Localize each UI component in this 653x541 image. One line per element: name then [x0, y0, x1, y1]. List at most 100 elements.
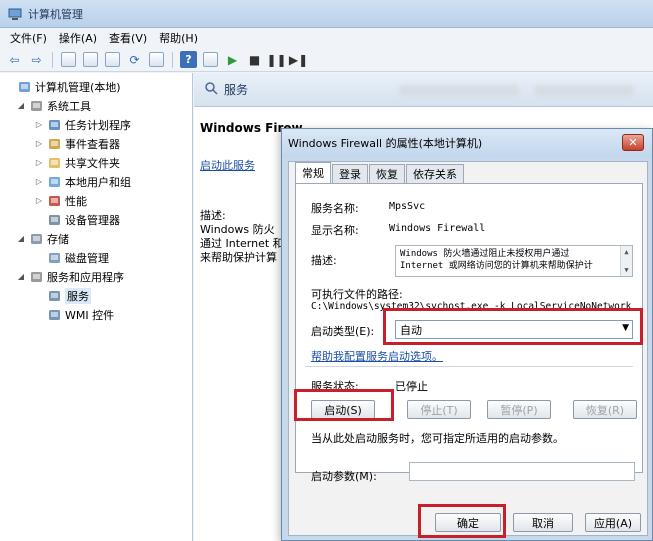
display-name-value: Windows Firewall	[389, 223, 486, 234]
menu-action[interactable]: 操作(A)	[53, 30, 103, 46]
computer-icon	[17, 80, 31, 93]
tab-strip: 常规 登录 恢复 依存关系	[295, 162, 465, 183]
show-action-pane-icon[interactable]	[202, 51, 219, 68]
menu-file[interactable]: 文件(F)	[4, 30, 53, 46]
description-label: 描述:	[311, 254, 337, 267]
expander-icon[interactable]: ▷	[34, 120, 44, 129]
tree-item-label: WMI 控件	[65, 308, 115, 322]
expander-icon[interactable]: ▷	[34, 177, 44, 186]
dialog-title: Windows Firewall 的属性(本地计算机)	[288, 137, 483, 150]
divider	[305, 366, 633, 367]
window-titlebar: 计算机管理	[0, 0, 653, 28]
tree-item-label: 性能	[65, 194, 87, 208]
pause-button[interactable]: 暂停(P)	[487, 400, 551, 419]
scroll-up-icon[interactable]: ▲	[624, 246, 628, 258]
toolbar-separator	[52, 51, 53, 68]
services-apps-icon	[29, 270, 43, 283]
show-tree-icon[interactable]	[82, 51, 99, 68]
tree-item[interactable]: WMI 控件	[0, 305, 192, 324]
tree-item[interactable]: ▷ 性能	[0, 191, 192, 210]
service-detail: Windows Firew 启动此服务 描述: Windows 防火 通过 In…	[200, 121, 303, 265]
tree-item[interactable]: ▷ 事件查看器	[0, 134, 192, 153]
users-icon	[47, 175, 61, 188]
expander-icon[interactable]: ◢	[16, 101, 26, 110]
start-button-highlight	[294, 389, 394, 421]
toolbar-separator	[172, 51, 173, 68]
service-name-value: MpsSvc	[389, 201, 426, 212]
close-icon[interactable]: ✕	[622, 134, 644, 151]
refresh-icon[interactable]: ⟳	[126, 51, 143, 68]
menu-view[interactable]: 查看(V)	[103, 30, 153, 46]
event-viewer-icon	[47, 137, 61, 150]
tab-dependencies[interactable]: 依存关系	[406, 164, 464, 183]
window-title: 计算机管理	[28, 7, 83, 21]
search-icon	[204, 81, 218, 98]
tree-item[interactable]: 设备管理器	[0, 210, 192, 229]
tools-icon	[29, 99, 43, 112]
clock-icon	[47, 118, 61, 131]
up-folder-icon[interactable]	[60, 51, 77, 68]
start-params-hint: 当从此处启动服务时，您可指定所适用的启动参数。	[311, 432, 564, 445]
tree-item[interactable]: 服务	[0, 286, 192, 305]
tree-item[interactable]: ◢ 存储	[0, 229, 192, 248]
toolbar: ⇦ ⇨ ⟳ ? ▶ ■ ❚❚ ▶❚	[0, 48, 653, 72]
description-line: Internet 或网络访问您的计算机来帮助保护计	[400, 261, 593, 271]
tree-item[interactable]: ◢ 服务和应用程序	[0, 267, 192, 286]
description-box[interactable]: Windows 防火墙通过阻止未授权用户通过 Internet 或网络访问您的计…	[395, 245, 633, 277]
start-params-label: 启动参数(M):	[311, 470, 377, 483]
tree-item[interactable]: ▷ 本地用户和组	[0, 172, 192, 191]
shared-folder-icon	[47, 156, 61, 169]
device-manager-icon	[47, 213, 61, 226]
expander-icon[interactable]: ▷	[34, 196, 44, 205]
expander-icon[interactable]: ▷	[34, 139, 44, 148]
properties-icon[interactable]	[104, 51, 121, 68]
expander-icon[interactable]: ◢	[16, 234, 26, 243]
service-desc-label: 描述:	[200, 209, 226, 222]
tree-item-label: 计算机管理(本地)	[35, 80, 121, 94]
tree-item-label: 事件查看器	[65, 137, 120, 151]
tree-item[interactable]: 磁盘管理	[0, 248, 192, 267]
pause-service-icon[interactable]: ❚❚	[266, 51, 286, 68]
cancel-button[interactable]: 取消	[513, 513, 573, 532]
stop-service-icon[interactable]: ■	[246, 51, 263, 68]
dialog-titlebar: Windows Firewall 的属性(本地计算机)	[282, 129, 652, 157]
path-label: 可执行文件的路径:	[311, 288, 403, 301]
tab-recovery[interactable]: 恢复	[369, 164, 405, 183]
startup-type-highlight	[383, 308, 643, 345]
expander-icon[interactable]: ▷	[34, 158, 44, 167]
menu-help[interactable]: 帮助(H)	[153, 30, 204, 46]
export-list-icon[interactable]	[148, 51, 165, 68]
tree-item[interactable]: ◢ 系统工具	[0, 96, 192, 115]
startup-help-link[interactable]: 帮助我配置服务启动选项。	[311, 348, 443, 364]
disk-icon	[47, 251, 61, 264]
start-params-input[interactable]	[409, 462, 635, 481]
service-name-heading: Windows Firew	[200, 121, 303, 135]
wmi-icon	[47, 308, 61, 321]
expander-icon[interactable]: ◢	[16, 272, 26, 281]
start-service-icon[interactable]: ▶	[224, 51, 241, 68]
tree-item-label: 服务和应用程序	[47, 270, 124, 284]
tree-item[interactable]: ▷ 共享文件夹	[0, 153, 192, 172]
help-icon[interactable]: ?	[180, 51, 197, 68]
service-desc-line: 通过 Internet 和	[200, 237, 284, 250]
description-scrollbar[interactable]: ▲ ▼	[620, 246, 632, 276]
forward-icon[interactable]: ⇨	[28, 51, 45, 68]
stop-button[interactable]: 停止(T)	[407, 400, 471, 419]
back-icon[interactable]: ⇦	[6, 51, 23, 68]
tree-item-label: 本地用户和组	[65, 175, 131, 189]
tree-item[interactable]: 计算机管理(本地)	[0, 77, 192, 96]
start-service-link[interactable]: 启动此服务	[200, 157, 290, 173]
resume-button[interactable]: 恢复(R)	[573, 400, 637, 419]
restart-service-icon[interactable]: ▶❚	[289, 51, 308, 68]
scroll-down-icon[interactable]: ▼	[624, 264, 628, 276]
blurred-region	[534, 85, 634, 97]
apply-button[interactable]: 应用(A)	[585, 513, 641, 532]
service-status-value: 已停止	[395, 380, 428, 393]
tab-logon[interactable]: 登录	[332, 164, 368, 183]
tree-item[interactable]: ▷ 任务计划程序	[0, 115, 192, 134]
storage-icon	[29, 232, 43, 245]
menu-bar: 文件(F) 操作(A) 查看(V) 帮助(H)	[0, 28, 653, 48]
display-name-label: 显示名称:	[311, 224, 359, 237]
up-folder-glyph	[61, 52, 76, 67]
tab-general[interactable]: 常规	[295, 162, 331, 183]
